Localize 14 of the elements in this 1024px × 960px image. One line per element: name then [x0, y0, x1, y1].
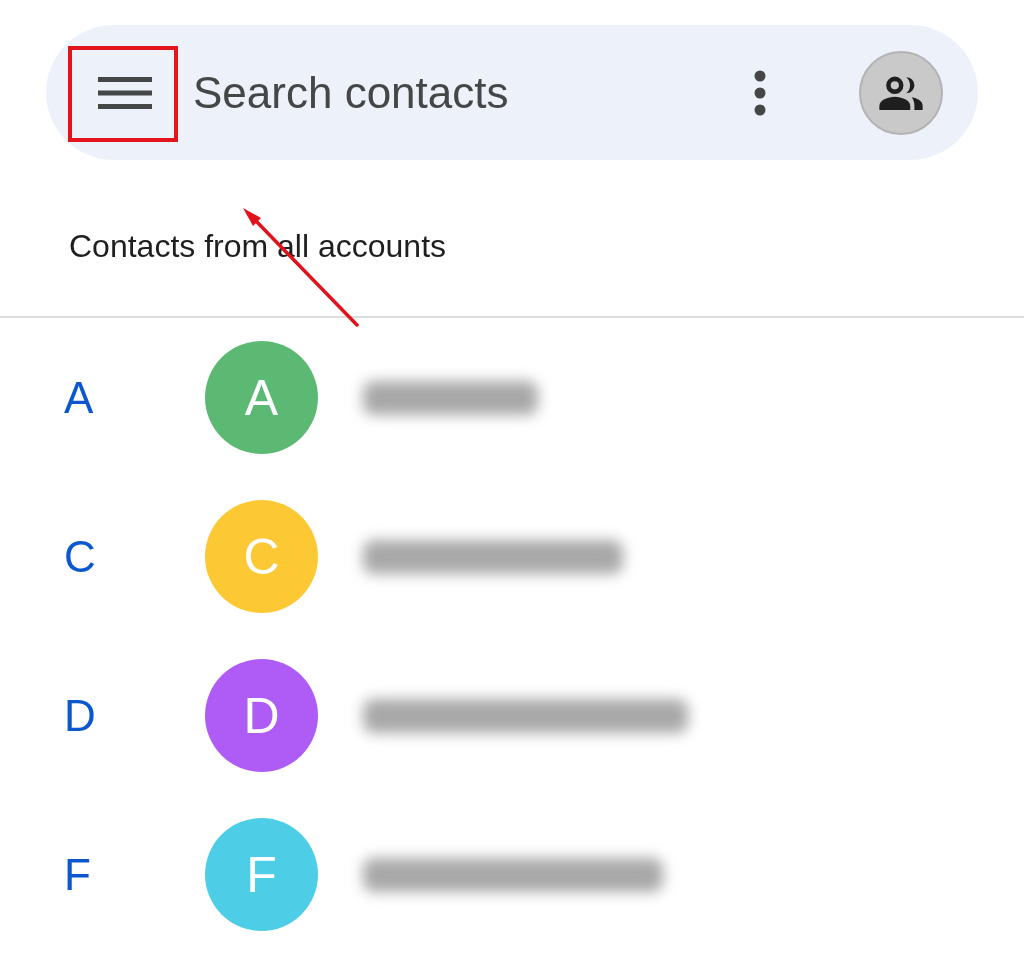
- section-heading: Contacts from all accounts: [69, 227, 447, 266]
- contact-avatar[interactable]: A: [205, 341, 318, 454]
- section-letter: A: [64, 372, 95, 423]
- section-letter: C: [64, 531, 97, 582]
- people-icon: [878, 75, 924, 110]
- contact-avatar[interactable]: C: [205, 500, 318, 613]
- contact-avatar[interactable]: D: [205, 659, 318, 772]
- contact-avatar[interactable]: F: [205, 818, 318, 931]
- menu-icon: [98, 76, 152, 109]
- search-bar[interactable]: Search contacts: [46, 25, 978, 160]
- section-letter: D: [64, 690, 97, 741]
- more-vertical-icon: [754, 69, 766, 116]
- search-field[interactable]: Search contacts: [193, 62, 736, 123]
- section-letter: F: [64, 849, 92, 900]
